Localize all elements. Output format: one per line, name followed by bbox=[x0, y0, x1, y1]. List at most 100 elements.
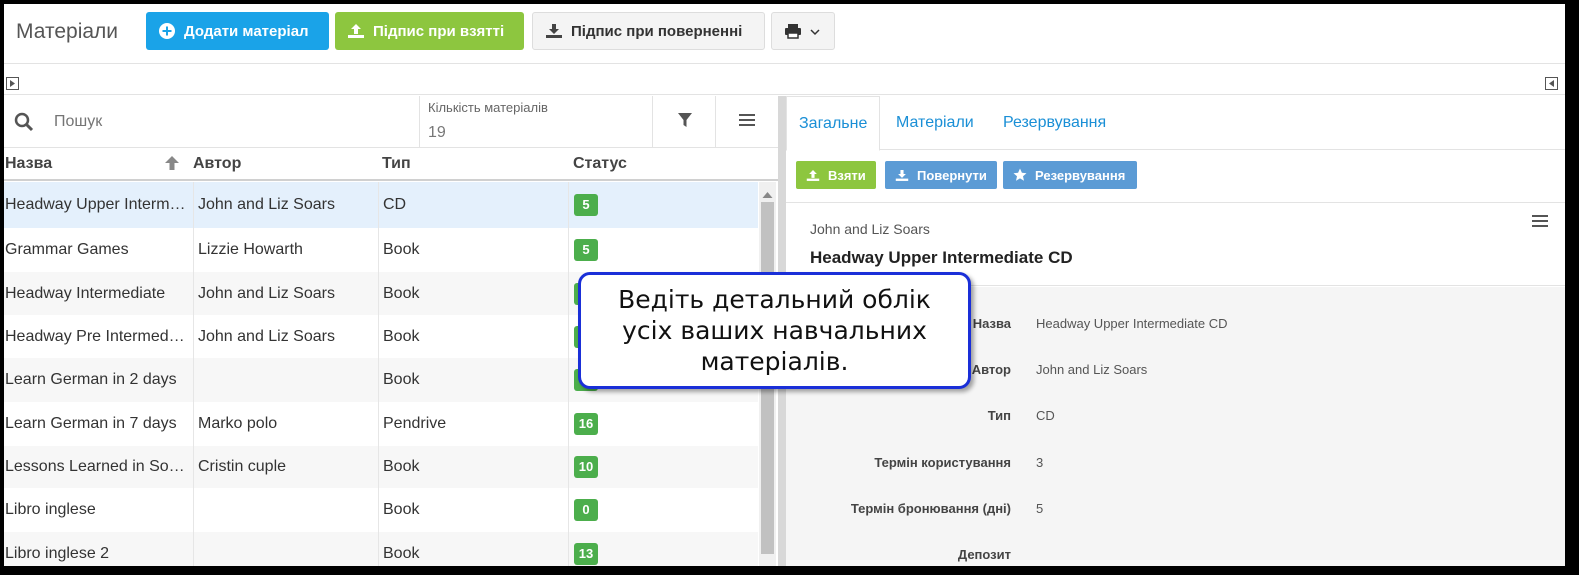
table-row[interactable]: Grammar Games Lizzie Howarth Book 5 bbox=[4, 228, 758, 272]
hamburger-menu-icon[interactable] bbox=[1532, 214, 1548, 233]
field-row: Депозит bbox=[786, 547, 1565, 566]
cell-name: Learn German in 2 days bbox=[5, 358, 187, 402]
material-name: Libro inglese bbox=[5, 501, 96, 518]
reserve-button[interactable]: Резервування bbox=[1003, 161, 1137, 189]
cell-type: CD bbox=[378, 182, 568, 228]
take-button[interactable]: Взяти bbox=[796, 161, 876, 189]
cell-name: Headway Upper Intermediate CD bbox=[5, 182, 187, 228]
cell-name: Lessons Learned in Software Testing bbox=[5, 446, 187, 488]
cell-status: 10 bbox=[568, 446, 758, 488]
column-header-type[interactable]: Тип bbox=[382, 155, 411, 173]
sign-on-return-label: Підпис при поверненні bbox=[571, 22, 743, 40]
cell-name: Headway Intermediate bbox=[5, 272, 187, 315]
status-badge: 16 bbox=[574, 413, 598, 435]
material-type: Book bbox=[383, 284, 420, 302]
cell-type: Book bbox=[378, 358, 568, 402]
material-author: John and Liz Soars bbox=[198, 284, 335, 302]
cell-author bbox=[193, 532, 379, 566]
cell-author: Cristin cuple bbox=[193, 446, 379, 488]
cell-type: Pendrive bbox=[378, 402, 568, 446]
column-header-name[interactable]: Назва bbox=[5, 155, 52, 173]
take-label: Взяти bbox=[828, 167, 866, 183]
field-label: Термін користування bbox=[874, 455, 1011, 470]
status-badge: 5 bbox=[574, 194, 598, 216]
tab-materials[interactable]: Матеріали bbox=[884, 96, 986, 150]
search-input[interactable] bbox=[54, 110, 404, 134]
sign-on-take-button[interactable]: Підпис при взятті bbox=[335, 12, 524, 50]
cell-author bbox=[193, 488, 379, 532]
cell-type: Book bbox=[378, 532, 568, 566]
material-author: Marko polo bbox=[198, 415, 278, 432]
hamburger-menu-icon bbox=[738, 112, 756, 133]
table-row[interactable]: Headway Upper Intermediate CD John and L… bbox=[4, 182, 758, 228]
material-name: Grammar Games bbox=[5, 241, 129, 258]
cell-type: Book bbox=[378, 272, 568, 315]
search-icon bbox=[14, 112, 34, 137]
field-value: Headway Upper Intermediate CD bbox=[1036, 316, 1228, 331]
material-author: Lizzie Howarth bbox=[198, 241, 303, 258]
cell-author: Marko polo bbox=[193, 402, 379, 446]
cell-name: Headway Pre Intermediate bbox=[5, 315, 187, 358]
field-row: Термін бронювання (дні) 5 bbox=[786, 501, 1565, 521]
add-material-button[interactable]: Додати матеріал bbox=[146, 12, 329, 50]
cell-author: Lizzie Howarth bbox=[193, 228, 379, 272]
sign-on-return-button[interactable]: Підпис при поверненні bbox=[532, 12, 765, 50]
materials-count-value: 19 bbox=[428, 124, 446, 141]
material-type: Pendrive bbox=[383, 415, 447, 432]
field-row: Тип CD bbox=[786, 408, 1565, 428]
table-row[interactable]: Libro inglese Book 0 bbox=[4, 488, 758, 532]
print-dropdown-button[interactable] bbox=[771, 12, 835, 50]
filter-button[interactable] bbox=[654, 96, 716, 148]
field-value: 3 bbox=[1036, 455, 1044, 470]
status-badge: 13 bbox=[574, 543, 598, 565]
table-row[interactable]: Lessons Learned in Software Testing Cris… bbox=[4, 446, 758, 488]
tab-general[interactable]: Загальне bbox=[786, 96, 881, 151]
detail-title: Headway Upper Intermediate CD bbox=[810, 248, 1073, 267]
expand-left-panel-icon[interactable] bbox=[6, 77, 19, 90]
filter-icon bbox=[677, 112, 693, 133]
material-type: Book bbox=[383, 327, 420, 345]
detail-author: John and Liz Soars bbox=[810, 221, 930, 237]
printer-icon bbox=[784, 22, 802, 40]
upload-icon bbox=[347, 22, 365, 40]
star-icon bbox=[1013, 168, 1027, 182]
status-badge: 0 bbox=[574, 499, 598, 521]
cell-status: 13 bbox=[568, 532, 758, 566]
cell-type: Book bbox=[378, 315, 568, 358]
status-badge: 5 bbox=[574, 239, 598, 261]
cell-status: 16 bbox=[568, 402, 758, 446]
cell-status: 0 bbox=[568, 488, 758, 532]
cell-author: John and Liz Soars bbox=[193, 182, 379, 228]
table-row[interactable]: Learn German in 7 days Marko polo Pendri… bbox=[4, 402, 758, 446]
table-row[interactable]: Libro inglese 2 Book 13 bbox=[4, 532, 758, 566]
download-icon bbox=[545, 22, 563, 40]
field-value: 5 bbox=[1036, 501, 1044, 516]
field-label: Термін бронювання (дні) bbox=[850, 501, 1011, 516]
material-author: John and Liz Soars bbox=[198, 327, 335, 345]
material-name: Learn German in 2 days bbox=[5, 371, 177, 388]
sort-ascending-icon[interactable] bbox=[164, 155, 180, 176]
list-toolbar: Кількість матеріалів 19 bbox=[4, 96, 778, 148]
column-header-author[interactable]: Автор bbox=[193, 155, 241, 173]
return-button[interactable]: Повернути bbox=[885, 161, 997, 189]
cell-type: Book bbox=[378, 488, 568, 532]
material-name: Headway Upper Intermediate CD bbox=[5, 196, 187, 213]
field-label: Назва bbox=[972, 316, 1011, 331]
material-type: Book bbox=[383, 458, 420, 475]
top-toolbar: Матеріали Додати матеріал Підпис при взя… bbox=[4, 4, 1565, 64]
list-menu-button[interactable] bbox=[716, 96, 778, 148]
chevron-down-icon bbox=[810, 23, 820, 40]
detail-actions: Взяти Повернути Резервування bbox=[786, 151, 1565, 203]
field-label: Тип bbox=[987, 408, 1011, 423]
cell-name: Libro inglese bbox=[5, 488, 187, 532]
column-header-status[interactable]: Статус bbox=[573, 155, 627, 173]
cell-name: Learn German in 7 days bbox=[5, 402, 187, 446]
field-row: Термін користування 3 bbox=[786, 455, 1565, 475]
collapse-right-panel-icon[interactable] bbox=[1545, 77, 1558, 90]
material-name: Lessons Learned in Software Testing bbox=[5, 458, 187, 475]
cell-author: John and Liz Soars bbox=[193, 272, 379, 315]
material-type: Book bbox=[383, 501, 420, 518]
field-label: Депозит bbox=[957, 547, 1011, 562]
page-title: Матеріали bbox=[16, 20, 119, 43]
tab-reservations[interactable]: Резервування bbox=[991, 96, 1118, 150]
